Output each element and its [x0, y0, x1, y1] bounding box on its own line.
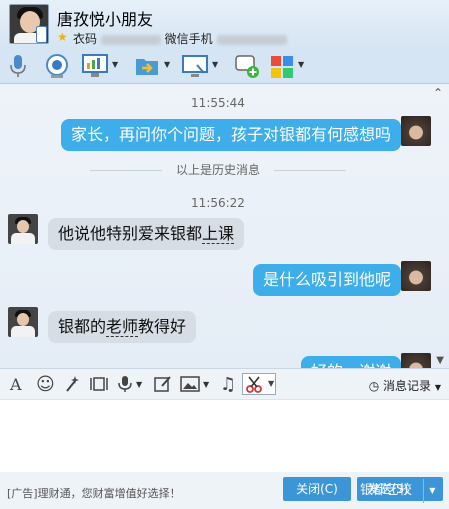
- chevron-down-icon[interactable]: ▼: [164, 60, 170, 69]
- my-avatar[interactable]: [401, 116, 431, 146]
- timestamp: 11:55:44: [191, 96, 245, 110]
- microphone-icon: [10, 55, 26, 77]
- group-chat-button[interactable]: [234, 53, 260, 79]
- edit-icon[interactable]: [154, 375, 172, 398]
- input-toolbar: A ☺ ▼ ▼ ♫ ▼ ◷ 消息记录 ▼: [0, 368, 449, 400]
- monitor-chart-icon: [82, 54, 108, 77]
- message-text: 他说他特别爱来银都: [58, 224, 203, 243]
- message-text: 银都的: [58, 317, 107, 336]
- emoji-icon[interactable]: ☺: [36, 375, 55, 395]
- chat-header: 唐孜悦小朋友 ★ 衣码 微信手机: [0, 0, 449, 48]
- chevron-down-icon: ▼: [434, 383, 441, 392]
- history-divider-label: 以上是历史消息: [175, 163, 260, 177]
- close-button[interactable]: 关闭(C): [283, 477, 351, 501]
- contact-avatar-small[interactable]: [8, 307, 38, 337]
- chevron-down-icon[interactable]: ▼: [212, 60, 218, 69]
- chevron-down-icon[interactable]: ▼: [268, 374, 274, 394]
- scissors-icon: [246, 376, 262, 393]
- message-bubble-mine[interactable]: 好的，谢谢: [300, 356, 401, 368]
- scroll-down-icon[interactable]: ▼: [436, 355, 444, 366]
- message-bubble-theirs[interactable]: 银都的老师教得好: [48, 311, 197, 343]
- redacted-text: [100, 34, 161, 45]
- clock-icon: ◷: [368, 379, 380, 393]
- message-text-keyword: 上课: [202, 224, 235, 244]
- chevron-down-icon[interactable]: ▼: [112, 60, 118, 69]
- screenshot-window-icon[interactable]: [90, 375, 108, 398]
- my-avatar[interactable]: [401, 353, 431, 368]
- chevron-down-icon[interactable]: ▼: [203, 380, 209, 389]
- image-icon[interactable]: [180, 375, 200, 398]
- font-icon[interactable]: A: [10, 375, 22, 395]
- send-file-button[interactable]: [134, 53, 160, 79]
- magic-wand-icon[interactable]: [64, 375, 80, 398]
- video-call-button[interactable]: [44, 53, 70, 79]
- folder-arrow-icon: [136, 59, 158, 75]
- apps-button[interactable]: [270, 53, 294, 79]
- voice-call-button[interactable]: [8, 53, 28, 79]
- message-history[interactable]: ⌃ 11:55:44 家长，再问你个问题，孩子对银都有何感想吗 以上是历史消息 …: [0, 84, 449, 368]
- message-history-button[interactable]: ◷ 消息记录 ▼: [369, 377, 441, 394]
- chevron-down-icon[interactable]: ▼: [298, 60, 304, 69]
- star-icon: ★: [57, 30, 68, 44]
- remote-assist-button[interactable]: [82, 53, 108, 79]
- mobile-online-icon: [36, 26, 47, 43]
- history-divider: 以上是历史消息: [90, 163, 346, 177]
- contact-name[interactable]: 唐孜悦小朋友: [57, 6, 153, 30]
- apps-grid-icon: [271, 56, 293, 78]
- redacted-text: [216, 34, 287, 45]
- chat-toolbar: ▼ ▼ ▼ ▼: [0, 48, 449, 84]
- message-bubble-theirs[interactable]: 他说他特别爱来银都上课: [48, 218, 245, 250]
- message-bubble-mine[interactable]: 家长，再问你个问题，孩子对银都有何感想吗: [60, 119, 401, 151]
- music-icon[interactable]: ♫: [220, 375, 236, 395]
- screenshot-button[interactable]: ▼: [242, 373, 276, 395]
- watermark: 银都艺校: [360, 483, 413, 498]
- webcam-icon: [46, 54, 68, 78]
- contact-signature: 衣码 微信手机: [73, 30, 287, 47]
- voice-message-icon[interactable]: [118, 375, 132, 398]
- timestamp: 11:56:22: [191, 196, 245, 210]
- add-chat-icon: [235, 55, 259, 78]
- contact-avatar-small[interactable]: [8, 214, 38, 244]
- chevron-down-icon[interactable]: ▼: [422, 479, 441, 503]
- chevron-down-icon[interactable]: ▼: [136, 380, 142, 389]
- message-bubble-mine[interactable]: 是什么吸引到他呢: [252, 264, 401, 296]
- signature-prefix: 衣码: [73, 32, 98, 46]
- signature-mid: 微信手机: [164, 32, 213, 46]
- message-input[interactable]: [0, 400, 449, 472]
- screen-share-button[interactable]: [182, 53, 208, 79]
- message-text: 教得好: [138, 317, 187, 336]
- ad-link[interactable]: [广告]理财通，您财富增值好选择！: [7, 485, 181, 501]
- message-text-keyword: 老师: [106, 317, 139, 337]
- screen-share-icon: [182, 55, 208, 77]
- message-history-label: 消息记录: [383, 379, 432, 393]
- my-avatar[interactable]: [401, 261, 431, 291]
